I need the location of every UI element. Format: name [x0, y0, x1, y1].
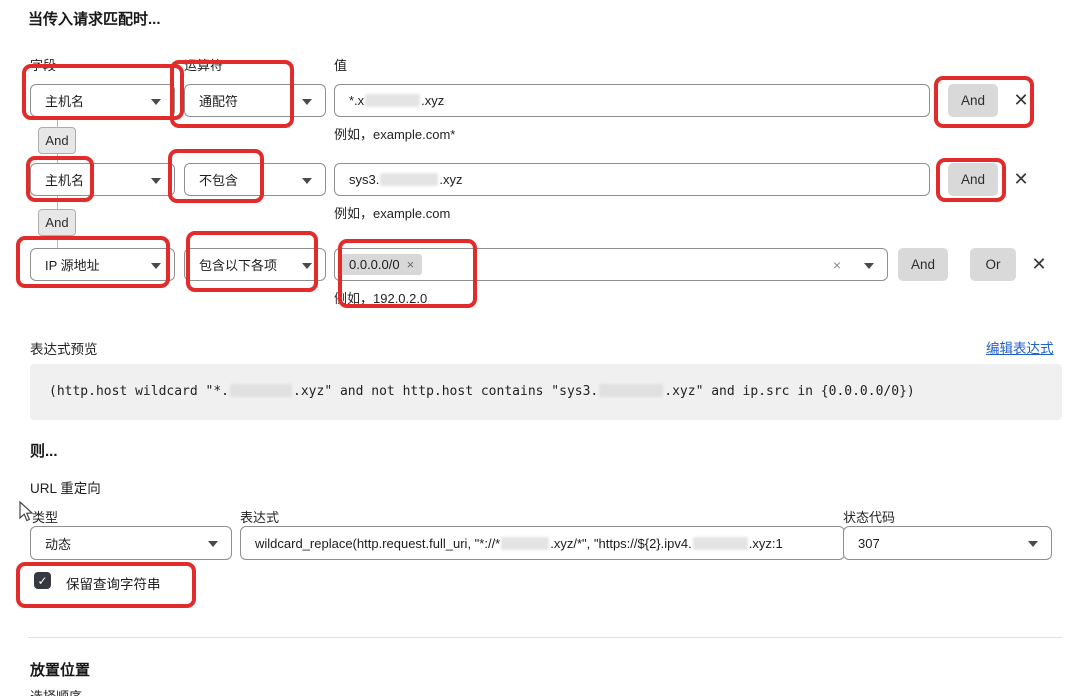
and-button-row1[interactable]: And	[948, 84, 998, 117]
redirect-expression-label: 表达式	[240, 510, 280, 525]
value-row2-suffix: .xyz	[439, 172, 463, 187]
field-select-row3-value: IP 源地址	[45, 258, 100, 273]
placement-sub-label: 选择顺序	[30, 686, 82, 696]
check-icon: ✓	[37, 573, 48, 588]
value-multiselect-row3[interactable]: 0.0.0.0/0 × ×	[334, 248, 888, 281]
type-select-value: 动态	[45, 536, 72, 552]
section-divider	[28, 637, 1062, 638]
operator-select-row1-value: 通配符	[199, 94, 239, 109]
or-button-row3[interactable]: Or	[970, 248, 1016, 281]
remove-condition-row3-icon[interactable]: ✕	[1026, 248, 1052, 281]
remove-condition-row1-icon[interactable]: ✕	[1008, 84, 1034, 117]
chevron-down-icon	[151, 178, 161, 184]
field-select-row2-value: 主机名	[45, 173, 85, 188]
field-select-row1-value: 主机名	[45, 94, 85, 109]
match-section-heading: 当传入请求匹配时...	[28, 11, 161, 28]
rule-builder-page: 当传入请求匹配时... 字段 运算符 值 主机名 通配符 *.x .xyz And…	[0, 0, 1090, 696]
url-redirect-label: URL 重定向	[30, 481, 101, 496]
operator-select-row2-value: 不包含	[199, 173, 239, 188]
expression-code-text: (http.host wildcard "*. .xyz" and not htt…	[49, 384, 915, 399]
value-row2-prefix: sys3.	[349, 172, 380, 187]
expr-part: wildcard_replace(http.request.full_uri, …	[255, 535, 501, 551]
value-hint-row3: 例如，192.0.2.0	[334, 291, 428, 306]
status-code-value: 307	[858, 535, 880, 551]
preserve-query-label: 保留查询字符串	[66, 577, 161, 592]
value-hint-row1: 例如，example.com*	[334, 127, 456, 142]
status-code-select[interactable]: 307	[843, 526, 1052, 560]
redacted-text	[380, 173, 439, 186]
value-input-row2[interactable]: sys3. .xyz	[334, 163, 930, 196]
value-input-row1[interactable]: *.x .xyz	[334, 84, 930, 117]
field-column-label: 字段	[30, 58, 57, 73]
expr-part: .xyz/*", "https://${2}.ipv4.	[550, 535, 692, 551]
expression-preview-label: 表达式预览	[30, 342, 98, 357]
field-select-row2[interactable]: 主机名	[30, 163, 175, 196]
chevron-down-icon	[208, 541, 218, 547]
redacted-text	[501, 536, 550, 550]
redacted-text	[692, 536, 748, 550]
ip-tag: 0.0.0.0/0 ×	[341, 254, 423, 275]
chevron-down-icon	[151, 263, 161, 269]
field-select-row1[interactable]: 主机名	[30, 84, 175, 117]
then-section-heading: 则...	[30, 443, 58, 460]
type-select[interactable]: 动态	[30, 526, 232, 560]
chevron-down-icon	[302, 99, 312, 105]
preserve-query-checkbox[interactable]: ✓	[34, 572, 51, 589]
operator-select-row1[interactable]: 通配符	[184, 84, 326, 117]
redacted-text	[230, 384, 293, 397]
status-code-label: 状态代码	[843, 510, 896, 525]
code-part: (http.host wildcard "*.	[49, 384, 230, 399]
operator-select-row3-value: 包含以下各项	[199, 258, 278, 273]
edit-expression-link[interactable]: 编辑表达式	[986, 337, 1054, 357]
value-row1-prefix: *.x	[349, 93, 365, 108]
chevron-down-icon	[1028, 541, 1038, 547]
tag-remove-icon[interactable]: ×	[407, 257, 415, 272]
redacted-text	[599, 384, 664, 397]
and-button-row2[interactable]: And	[948, 163, 998, 196]
remove-condition-row2-icon[interactable]: ✕	[1008, 163, 1034, 196]
expr-part: .xyz:1	[748, 535, 783, 551]
ip-tag-value: 0.0.0.0/0	[349, 257, 400, 272]
and-button-row3[interactable]: And	[898, 248, 948, 281]
chevron-down-icon	[864, 263, 874, 269]
chevron-down-icon	[302, 263, 312, 269]
expression-preview-code: (http.host wildcard "*. .xyz" and not htt…	[30, 364, 1062, 420]
redacted-text	[365, 94, 421, 107]
value-row1-suffix: .xyz	[421, 93, 445, 108]
value-column-label: 值	[334, 58, 348, 73]
code-part: .xyz" and not http.host contains "sys3.	[293, 384, 599, 399]
field-select-row3[interactable]: IP 源地址	[30, 248, 175, 281]
mouse-cursor	[19, 501, 34, 522]
clear-all-icon[interactable]: ×	[833, 257, 841, 273]
operator-select-row2[interactable]: 不包含	[184, 163, 326, 196]
operator-column-label: 运算符	[184, 58, 224, 73]
value-hint-row2: 例如，example.com	[334, 206, 451, 221]
redirect-expression-input[interactable]: wildcard_replace(http.request.full_uri, …	[240, 526, 845, 560]
and-connector-2[interactable]: And	[38, 209, 76, 236]
placement-section-heading: 放置位置	[30, 662, 91, 679]
type-label: 类型	[32, 510, 59, 525]
operator-select-row3[interactable]: 包含以下各项	[184, 248, 326, 281]
chevron-down-icon	[151, 99, 161, 105]
code-part: .xyz" and ip.src in {0.0.0.0/0})	[664, 384, 915, 399]
chevron-down-icon	[302, 178, 312, 184]
and-connector-1[interactable]: And	[38, 127, 76, 154]
